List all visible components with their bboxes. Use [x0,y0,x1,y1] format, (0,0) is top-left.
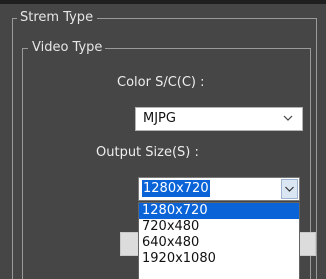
stream-type-legend: Strem Type [17,10,98,26]
dropdown-option[interactable]: 720x480 [139,219,299,235]
video-settings-dialog: Strem Type Video Type Color S/C(C) : MJP… [0,0,326,279]
output-size-value: 1280x720 [142,180,210,197]
output-size-label: Output Size(S) : [96,145,199,160]
color-space-label: Color S/C(C) : [117,75,205,90]
dropdown-option[interactable]: 1280x720 [139,203,299,219]
output-size-dropdown-list[interactable]: 1280x720 720x480 640x480 1920x1080 [138,202,300,279]
chevron-down-icon [285,186,294,192]
color-space-combobox[interactable]: MJPG [135,107,303,131]
output-size-dropdown-button[interactable] [281,179,298,199]
output-size-combobox[interactable]: 1280x720 [138,177,300,201]
video-type-legend: Video Type [28,40,106,56]
chevron-down-icon[interactable] [282,112,294,124]
dropdown-option[interactable]: 640x480 [139,235,299,251]
color-space-value: MJPG [143,111,176,126]
dropdown-option[interactable]: 1920x1080 [139,251,299,267]
title-bar-edge [0,0,326,4]
